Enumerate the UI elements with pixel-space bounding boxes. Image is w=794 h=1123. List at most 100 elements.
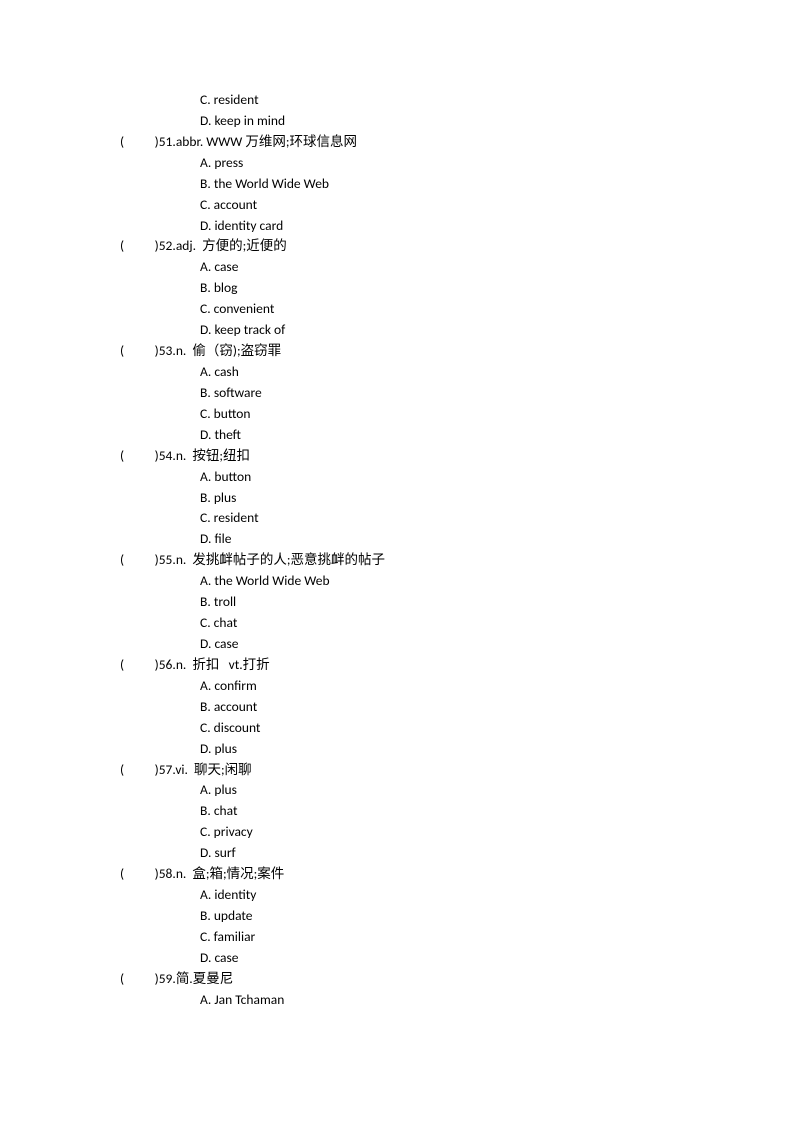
option-row: A. identity xyxy=(120,885,794,906)
option-text: account xyxy=(214,196,257,213)
option-row: B. the World Wide Web xyxy=(120,174,794,195)
option-text: keep in mind xyxy=(214,112,285,129)
option-row: A. Jan Tchaman xyxy=(120,990,794,1011)
option-letter: B. xyxy=(200,907,214,924)
question-prompt: vi. 聊天;闲聊 xyxy=(175,761,251,778)
option-text: button xyxy=(214,405,251,422)
option-text: press xyxy=(214,154,243,171)
option-text: convenient xyxy=(214,300,275,317)
answer-blank[interactable] xyxy=(124,656,155,673)
option-letter: D. xyxy=(200,635,214,652)
option-row: B. chat xyxy=(120,801,794,822)
answer-blank[interactable] xyxy=(124,237,155,254)
option-text: file xyxy=(214,530,231,547)
option-letter: A. xyxy=(200,154,214,171)
option-row: C. privacy xyxy=(120,822,794,843)
question-number: 51. xyxy=(159,133,176,150)
option-text: cash xyxy=(214,363,238,380)
option-letter: D. xyxy=(200,844,214,861)
question-prompt: adj. 方便的;近便的 xyxy=(176,237,287,254)
answer-blank[interactable] xyxy=(124,133,155,150)
option-text: discount xyxy=(214,719,261,736)
option-row: D. theft xyxy=(120,425,794,446)
option-text: troll xyxy=(214,593,236,610)
option-row: B. update xyxy=(120,906,794,927)
answer-blank[interactable] xyxy=(124,761,155,778)
option-text: the World Wide Web xyxy=(214,572,329,589)
option-text: familiar xyxy=(214,928,256,945)
option-row: D. case xyxy=(120,634,794,655)
option-text: case xyxy=(214,258,238,275)
question-number: 54. xyxy=(159,447,176,464)
option-text: button xyxy=(214,468,251,485)
option-text: plus xyxy=(214,781,237,798)
option-text: the World Wide Web xyxy=(214,175,329,192)
option-row: D. case xyxy=(120,948,794,969)
question-number: 59. xyxy=(159,970,176,987)
question-number: 52. xyxy=(159,237,176,254)
option-text: case xyxy=(214,635,238,652)
question-number: 55. xyxy=(159,551,176,568)
answer-blank[interactable] xyxy=(124,342,155,359)
option-letter: B. xyxy=(200,279,214,296)
question-number: 57. xyxy=(159,761,176,778)
option-row: D. keep in mind xyxy=(120,111,794,132)
option-row: A. the World Wide Web xyxy=(120,571,794,592)
option-letter: A. xyxy=(200,677,214,694)
question-prompt: n. 盒;箱;情况;案件 xyxy=(176,865,284,882)
option-letter: C. xyxy=(200,300,214,317)
question-number: 53. xyxy=(159,342,176,359)
option-letter: D. xyxy=(200,426,214,443)
option-letter: C. xyxy=(200,405,214,422)
question-number: 56. xyxy=(159,656,176,673)
option-row: D. file xyxy=(120,529,794,550)
question-prompt: abbr. WWW 万维网;环球信息网 xyxy=(176,133,357,150)
answer-blank[interactable] xyxy=(124,865,155,882)
option-row: B. account xyxy=(120,697,794,718)
option-text: keep track of xyxy=(214,321,285,338)
question-prompt: 简.夏曼尼 xyxy=(176,970,233,987)
option-letter: B. xyxy=(200,175,214,192)
option-row: D. identity card xyxy=(120,216,794,237)
option-letter: B. xyxy=(200,802,214,819)
option-letter: D. xyxy=(200,530,214,547)
option-row: C. button xyxy=(120,404,794,425)
option-text: chat xyxy=(214,802,238,819)
option-letter: C. xyxy=(200,928,214,945)
option-letter: D. xyxy=(200,949,214,966)
option-row: C. familiar xyxy=(120,927,794,948)
option-letter: D. xyxy=(200,112,214,129)
option-text: account xyxy=(214,698,257,715)
option-letter: A. xyxy=(200,572,214,589)
option-row: D. keep track of xyxy=(120,320,794,341)
option-letter: B. xyxy=(200,698,214,715)
option-row: C. account xyxy=(120,195,794,216)
option-letter: C. xyxy=(200,196,214,213)
option-letter: A. xyxy=(200,991,214,1008)
option-row: A. cash xyxy=(120,362,794,383)
answer-blank[interactable] xyxy=(124,551,155,568)
question-row: ( )56.n. 折扣 vt.打折 xyxy=(120,655,794,676)
option-letter: C. xyxy=(200,719,214,736)
option-text: identity card xyxy=(214,217,283,234)
option-letter: D. xyxy=(200,740,214,757)
option-text: confirm xyxy=(214,677,256,694)
option-text: case xyxy=(214,949,238,966)
option-row: D. plus xyxy=(120,739,794,760)
option-text: identity xyxy=(214,886,256,903)
option-row: A. confirm xyxy=(120,676,794,697)
option-row: A. case xyxy=(120,257,794,278)
answer-blank[interactable] xyxy=(124,970,155,987)
option-text: theft xyxy=(214,426,241,443)
question-prompt: n. 按钮;纽扣 xyxy=(176,447,250,464)
answer-blank[interactable] xyxy=(124,447,155,464)
option-letter: B. xyxy=(200,384,214,401)
option-letter: D. xyxy=(200,321,214,338)
question-prompt: n. 偷（窃);盗窃罪 xyxy=(176,342,281,359)
option-letter: C. xyxy=(200,91,214,108)
option-row: B. blog xyxy=(120,278,794,299)
option-letter: A. xyxy=(200,468,214,485)
option-letter: B. xyxy=(200,489,214,506)
option-letter: D. xyxy=(200,217,214,234)
option-text: resident xyxy=(214,91,259,108)
